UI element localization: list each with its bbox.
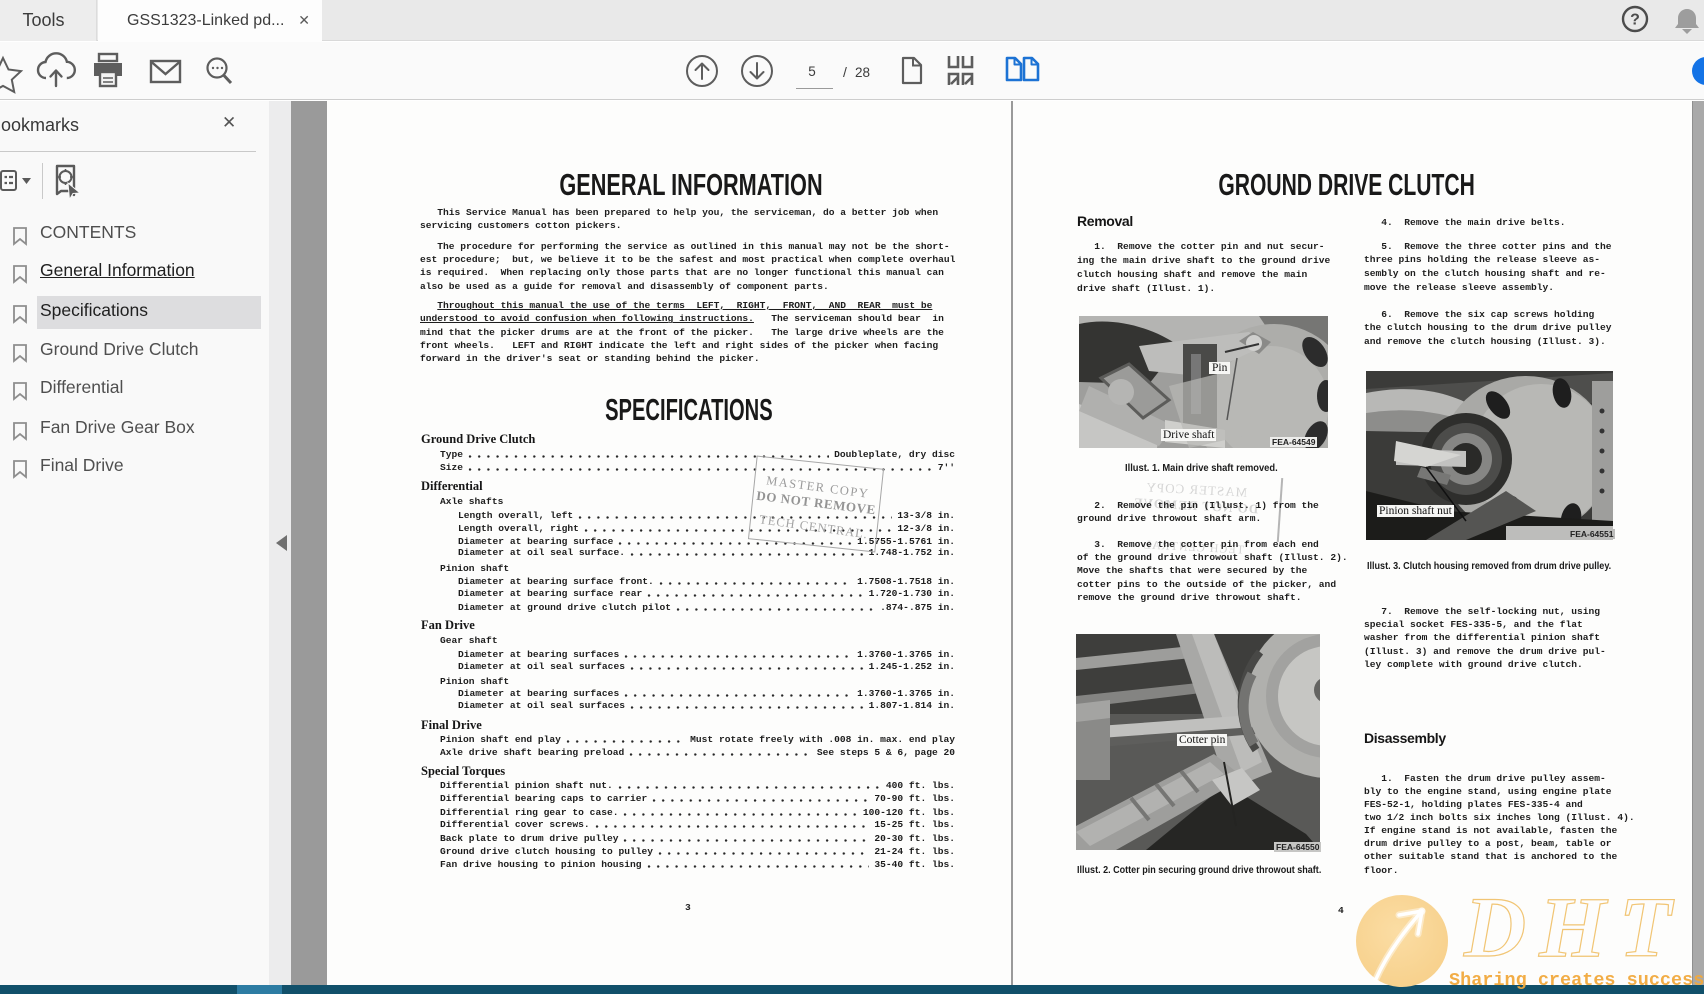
svg-text:/: / (843, 64, 847, 80)
svg-text:?: ? (1630, 12, 1640, 29)
svg-text:5: 5 (808, 64, 816, 79)
svg-text:28: 28 (855, 65, 870, 80)
